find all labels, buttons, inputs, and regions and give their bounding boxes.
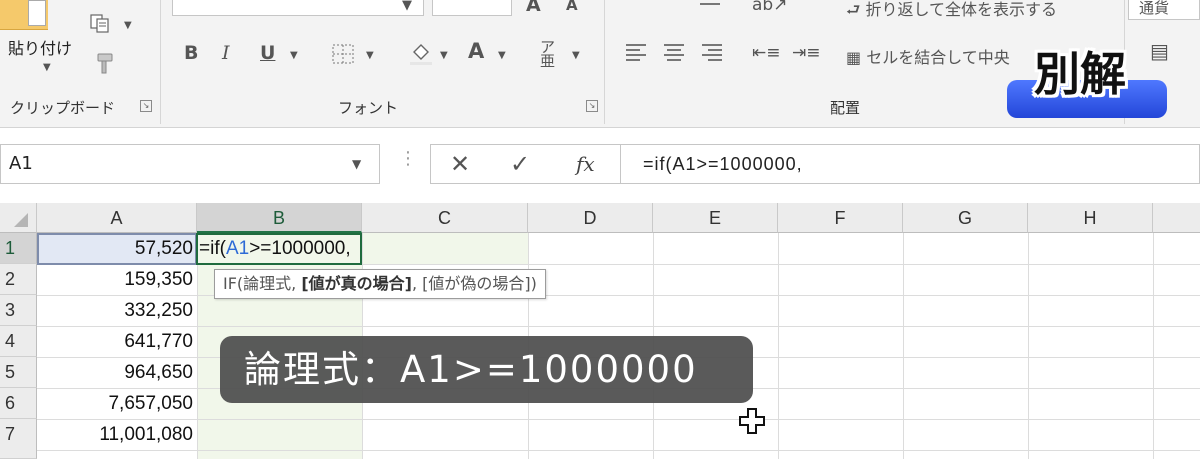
wrap-text-button[interactable]: ⮐ 折り返して全体を表示する [846, 0, 1057, 26]
row-header-1[interactable]: 1 [0, 233, 37, 264]
wrap-text-label: 折り返して全体を表示する [865, 0, 1058, 19]
decrease-font-icon[interactable]: A [566, 0, 578, 16]
select-all-icon [14, 213, 28, 227]
formula-bar-grip-icon[interactable]: ⋮ [399, 148, 417, 169]
row-header-5[interactable]: 5 [0, 357, 37, 388]
underline-button[interactable]: U [260, 42, 275, 64]
cell-a6[interactable]: 7,657,050 [38, 388, 193, 419]
copy-dropdown-icon[interactable]: ▼ [124, 20, 132, 31]
group-divider [604, 0, 605, 124]
gridline [37, 326, 1200, 327]
orientation-icon[interactable]: ab↗ [752, 0, 787, 16]
phonetic-dropdown-icon[interactable]: ▼ [572, 50, 580, 61]
cell-b1-editor[interactable]: =if(A1>=1000000, [199, 233, 351, 264]
alignment-group-label: 配置 [830, 99, 861, 117]
number-format-combo[interactable]: 通貨 [1128, 0, 1200, 20]
gridline [903, 233, 904, 459]
font-name-dropdown-icon[interactable]: ▼ [402, 0, 412, 13]
column-header-a[interactable]: A [37, 203, 197, 233]
column-header-d[interactable]: D [528, 203, 653, 233]
column-header-b[interactable]: B [197, 203, 362, 233]
align-center-icon[interactable] [664, 44, 684, 62]
italic-button[interactable]: I [222, 42, 230, 64]
align-left-icon[interactable] [626, 44, 646, 62]
tooltip-start: IF(論理式, [223, 274, 302, 293]
column-header-f[interactable]: F [778, 203, 903, 233]
function-argument-tooltip[interactable]: IF(論理式, [値が真の場合], [値が偽の場合]) [214, 269, 546, 299]
font-group-label: フォント [338, 99, 399, 117]
cell-c1-fill [362, 233, 528, 264]
font-color-icon[interactable]: A [468, 40, 484, 62]
row-header-3[interactable]: 3 [0, 295, 37, 326]
border-dropdown-icon[interactable]: ▼ [366, 50, 374, 61]
fill-color-dropdown-icon[interactable]: ▼ [440, 50, 448, 61]
clipboard-launcher-icon[interactable]: ↘ [140, 100, 152, 112]
enter-check-icon[interactable]: ✓ [510, 150, 530, 178]
cell-cursor-icon [739, 408, 765, 434]
font-name-combo[interactable] [172, 0, 424, 16]
cell-a5[interactable]: 964,650 [38, 357, 193, 388]
font-launcher-icon[interactable]: ↘ [586, 100, 598, 112]
row-header-2[interactable]: 2 [0, 264, 37, 295]
format-painter-icon[interactable] [92, 52, 116, 76]
gridline [37, 295, 1200, 296]
font-color-dropdown-icon[interactable]: ▼ [498, 50, 506, 61]
merge-center-button[interactable]: ▦ セルを結合して中央 [846, 44, 1010, 68]
row-header-7[interactable]: 7 [0, 419, 37, 459]
paste-button[interactable]: 貼り付け [8, 35, 72, 59]
align-bottom-icon[interactable] [700, 0, 720, 16]
underline-dropdown-icon[interactable]: ▼ [290, 50, 298, 61]
gridline [37, 419, 1200, 420]
paste-dropdown-icon[interactable]: ▼ [43, 62, 51, 73]
column-header-i[interactable] [1153, 203, 1200, 233]
tooltip-end: , [値が偽の場合]) [411, 274, 537, 293]
decrease-indent-icon[interactable]: ⇤≡ [752, 42, 781, 64]
align-right-icon[interactable] [702, 44, 722, 62]
gridline [1153, 233, 1154, 459]
select-all-corner[interactable] [0, 203, 37, 233]
name-box-dropdown-icon[interactable]: ▼ [352, 157, 361, 171]
cell-a3[interactable]: 332,250 [38, 295, 193, 326]
gridline [778, 233, 779, 459]
formula-input[interactable]: =if(A1>=1000000, [620, 144, 1200, 184]
border-icon[interactable] [332, 44, 354, 64]
column-header-g[interactable]: G [903, 203, 1028, 233]
cell-a2[interactable]: 159,350 [38, 264, 193, 295]
copy-icon[interactable] [90, 14, 112, 34]
font-size-combo[interactable] [432, 0, 512, 16]
cell-a1[interactable]: 57,520 [38, 233, 193, 264]
column-header-h[interactable]: H [1028, 203, 1153, 233]
cell-a4[interactable]: 641,770 [38, 326, 193, 357]
cancel-icon[interactable]: ✕ [450, 150, 470, 178]
logical-test-caption: 論理式：A1>=1000000 [220, 336, 753, 403]
fill-color-icon[interactable] [408, 40, 434, 66]
tooltip-current-argument: [値が真の場合] [301, 274, 412, 293]
increase-font-icon[interactable]: A [526, 0, 541, 16]
clipboard-group-label: クリップボード [10, 99, 116, 117]
formula-cell-reference: A1 [225, 238, 250, 259]
gridline [1028, 233, 1029, 459]
formula-suffix: >=1000000, [249, 238, 351, 259]
paste-paper-icon [28, 0, 46, 26]
alternative-solution-badge: 別解 [1034, 47, 1126, 101]
bold-button[interactable]: B [184, 42, 198, 64]
currency-format-icon[interactable]: ▤ [1150, 40, 1169, 62]
formula-prefix: =if( [199, 238, 226, 259]
insert-function-icon[interactable]: fx [576, 152, 595, 176]
row-header-4[interactable]: 4 [0, 326, 37, 357]
increase-indent-icon[interactable]: ⇥≡ [792, 42, 821, 64]
column-header-c[interactable]: C [362, 203, 528, 233]
column-header-e[interactable]: E [653, 203, 778, 233]
gridline [37, 450, 1200, 451]
merge-center-label: セルを結合して中央 [866, 48, 1010, 67]
worksheet-grid[interactable]: A B C D E F G H 1 2 3 4 5 6 7 57,520 159… [0, 203, 1200, 459]
row-header-6[interactable]: 6 [0, 388, 37, 419]
phonetic-icon[interactable]: ア亜 [540, 40, 555, 69]
name-box[interactable]: A1 [0, 144, 380, 184]
gridline [197, 233, 198, 459]
cell-a7[interactable]: 11,001,080 [38, 419, 193, 450]
group-divider [160, 0, 161, 124]
